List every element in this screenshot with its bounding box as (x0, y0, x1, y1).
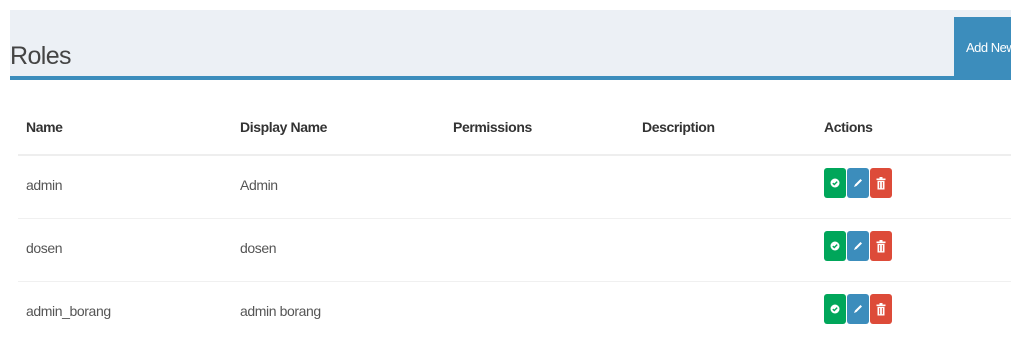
trash-icon (876, 302, 886, 315)
edit-button[interactable] (847, 168, 869, 198)
trash-icon (876, 176, 886, 189)
pencil-icon (854, 179, 862, 187)
trash-icon (876, 239, 886, 252)
role-name: admin (26, 177, 63, 193)
pencil-icon (854, 305, 862, 313)
column-header-permissions: Permissions (453, 119, 532, 135)
view-button[interactable] (824, 294, 846, 324)
roles-page: Roles Add New Name Display Name Permissi… (0, 0, 1011, 353)
row-actions (824, 231, 892, 261)
column-header-display-name: Display Name (240, 119, 328, 135)
view-button[interactable] (824, 231, 846, 261)
row-actions (824, 294, 892, 324)
column-header-description: Description (642, 119, 715, 135)
roles-table: Name Display Name Permissions Descriptio… (10, 84, 1011, 353)
table-row: admin Admin (10, 156, 1011, 219)
delete-button[interactable] (870, 231, 892, 261)
table-row: dosen dosen (10, 219, 1011, 282)
view-button[interactable] (824, 168, 846, 198)
role-display-name: dosen (240, 240, 277, 256)
shield-check-icon (830, 304, 840, 314)
column-header-name: Name (26, 119, 63, 135)
row-actions (824, 168, 892, 198)
shield-check-icon (830, 241, 840, 251)
delete-button[interactable] (870, 294, 892, 324)
edit-button[interactable] (847, 294, 869, 324)
delete-button[interactable] (870, 168, 892, 198)
role-display-name: admin borang (240, 303, 321, 319)
pencil-icon (854, 242, 862, 250)
shield-check-icon (830, 178, 840, 188)
column-header-actions: Actions (824, 119, 873, 135)
role-name: admin_borang (26, 303, 111, 319)
add-new-button[interactable]: Add New (954, 17, 1011, 77)
page-title: Roles (10, 42, 72, 70)
role-name: dosen (26, 240, 63, 256)
page-header: Roles Add New (10, 10, 1011, 80)
role-display-name: Admin (240, 177, 278, 193)
table-row: admin_borang admin borang (10, 282, 1011, 345)
edit-button[interactable] (847, 231, 869, 261)
